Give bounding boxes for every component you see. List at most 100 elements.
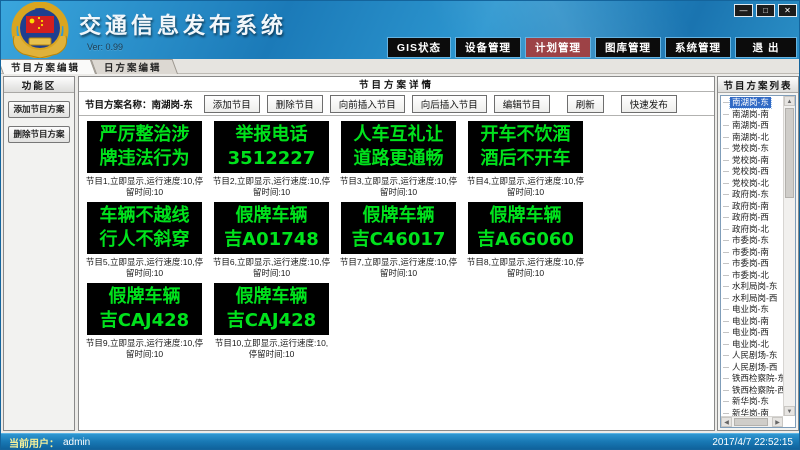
scroll-left-icon[interactable]: ◀	[721, 417, 732, 427]
scheme-list-item-label: 南湖岗-西	[730, 120, 771, 131]
program-item[interactable]: 车辆不越线行人不斜穿节目5,立即显示,运行速度:10,停留时间:10	[81, 202, 208, 278]
tab-label: 节目方案编辑	[11, 60, 80, 74]
program-caption: 节目6,立即显示,运行速度:10,停留时间:10	[211, 257, 332, 278]
scheme-list-item-label: 政府岗-西	[730, 212, 771, 223]
scheme-list-item[interactable]: 市委岗-南	[721, 247, 783, 259]
tree-connector	[723, 413, 729, 414]
scheme-list-item[interactable]: 政府岗-东	[721, 189, 783, 201]
nav-button-plan-management[interactable]: 计划管理	[525, 37, 591, 58]
scheme-list-item[interactable]: 人民剧场-西	[721, 362, 783, 374]
scheme-list-item[interactable]: 政府岗-南	[721, 201, 783, 213]
scheme-list-item[interactable]: 水利局岗-东	[721, 281, 783, 293]
scheme-list-item[interactable]: 市委岗-东	[721, 235, 783, 247]
tree-connector	[723, 252, 729, 253]
program-item[interactable]: 严厉整治涉牌违法行为节目1,立即显示,运行速度:10,停留时间:10	[81, 121, 208, 197]
program-item[interactable]: 假牌车辆吉A6G060节目8,立即显示,运行速度:10,停留时间:10	[462, 202, 589, 278]
tree-connector	[723, 286, 729, 287]
scheme-list-item[interactable]: 电业岗-东	[721, 304, 783, 316]
program-item[interactable]: 假牌车辆吉A01748 节目6,立即显示,运行速度:10,停留时间:10	[208, 202, 335, 278]
program-item[interactable]: 开车不饮酒酒后不开车节目4,立即显示,运行速度:10,停留时间:10	[462, 121, 589, 197]
scheme-list-item-label: 党校岗-北	[730, 178, 771, 189]
scheme-items: 南湖岗-东南湖岗-南南湖岗-西南湖岗-北党校岗-东党校岗-南党校岗-西党校岗-北…	[721, 97, 783, 416]
scheme-list-item[interactable]: 电业岗-北	[721, 339, 783, 351]
tab-program-scheme-edit[interactable]: 节目方案编辑	[3, 59, 96, 74]
scheme-list-item[interactable]: 政府岗-北	[721, 224, 783, 236]
scheme-list-item[interactable]: 电业岗-西	[721, 327, 783, 339]
insert-program-after-button[interactable]: 向后插入节目	[412, 95, 487, 113]
tree-connector	[723, 206, 729, 207]
program-item[interactable]: 假牌车辆吉CAJ428节目10,立即显示,运行速度:10,停留时间:10	[208, 283, 335, 359]
scheme-list-item-label: 电业岗-西	[730, 327, 771, 338]
vertical-scroll-thumb[interactable]	[785, 108, 794, 198]
scroll-up-icon[interactable]: ▲	[784, 96, 795, 106]
horizontal-scroll-thumb[interactable]	[734, 418, 768, 426]
led-line2: 吉A01748	[224, 228, 319, 252]
close-button[interactable]: ✕	[778, 4, 797, 17]
minimize-button[interactable]: —	[734, 4, 753, 17]
nav-button-system-management[interactable]: 系统管理	[665, 37, 731, 58]
scheme-list-item[interactable]: 铁西检察院-西	[721, 385, 783, 397]
window-controls: — □ ✕	[734, 4, 797, 17]
scheme-list-item[interactable]: 党校岗-东	[721, 143, 783, 155]
nav-button-gis-status[interactable]: GIS状态	[387, 37, 451, 58]
led-line2: 道路更通畅	[354, 147, 444, 171]
scheme-list-item[interactable]: 电业岗-南	[721, 316, 783, 328]
scheme-name: 节目方案名称：南湖岗-东	[85, 97, 193, 111]
scroll-down-icon[interactable]: ▼	[784, 406, 795, 416]
scheme-list-item-label: 政府岗-北	[730, 224, 771, 235]
program-item[interactable]: 人车互礼让道路更通畅节目3,立即显示,运行速度:10,停留时间:10	[335, 121, 462, 197]
scheme-list-item[interactable]: 铁西检察院-东	[721, 373, 783, 385]
led-line1: 举报电话	[236, 123, 308, 147]
led-line1: 假牌车辆	[109, 285, 181, 309]
nav-button-exit[interactable]: 退 出	[735, 37, 797, 58]
status-user-label: 当前用户：	[9, 435, 59, 450]
tree-connector	[723, 194, 729, 195]
horizontal-scrollbar[interactable]: ◀ ▶	[721, 416, 783, 427]
led-line1: 人车互礼让	[354, 123, 444, 147]
tab-bar: 节目方案编辑 日方案编辑	[1, 59, 800, 74]
program-item[interactable]: 举报电话3512227节目2,立即显示,运行速度:10,停留时间:10	[208, 121, 335, 197]
tab-day-scheme-edit[interactable]: 日方案编辑	[96, 59, 178, 74]
scheme-list-item[interactable]: 水利局岗-西	[721, 293, 783, 305]
scroll-right-icon[interactable]: ▶	[772, 417, 783, 427]
delete-scheme-button[interactable]: 删除节目方案	[8, 126, 70, 143]
led-display: 假牌车辆吉A01748	[214, 202, 329, 254]
scheme-list-item[interactable]: 南湖岗-东	[721, 97, 783, 109]
led-display: 假牌车辆吉A6G060	[468, 202, 583, 254]
scheme-detail-panel: 节目方案详情 节目方案名称：南湖岗-东 添加节目删除节目向前插入节目向后插入节目…	[78, 76, 715, 431]
scheme-list-item[interactable]: 新华岗-南	[721, 408, 783, 417]
scheme-toolbar: 节目方案名称：南湖岗-东 添加节目删除节目向前插入节目向后插入节目编辑节目刷新快…	[79, 92, 714, 116]
scheme-list-item[interactable]: 党校岗-西	[721, 166, 783, 178]
program-item[interactable]: 假牌车辆吉C46017节目7,立即显示,运行速度:10,停留时间:10	[335, 202, 462, 278]
scheme-detail-title: 节目方案详情	[79, 77, 714, 92]
nav-button-device-management[interactable]: 设备管理	[455, 37, 521, 58]
scheme-list-title: 节目方案列表	[718, 77, 798, 93]
scheme-list-item[interactable]: 南湖岗-北	[721, 132, 783, 144]
scheme-list-item[interactable]: 政府岗-西	[721, 212, 783, 224]
add-program-button[interactable]: 添加节目	[204, 95, 260, 113]
vertical-scrollbar[interactable]: ▲ ▼	[783, 96, 795, 416]
scheme-list-item[interactable]: 新华岗-东	[721, 396, 783, 408]
scheme-list-item-label: 党校岗-西	[730, 166, 771, 177]
scheme-list-item[interactable]: 南湖岗-南	[721, 109, 783, 121]
led-line1: 开车不饮酒	[481, 123, 571, 147]
insert-program-before-button[interactable]: 向前插入节目	[330, 95, 405, 113]
scheme-list-item[interactable]: 人民剧场-东	[721, 350, 783, 362]
edit-program-button[interactable]: 编辑节目	[494, 95, 550, 113]
led-line2: 行人不斜穿	[100, 228, 190, 252]
maximize-button[interactable]: □	[756, 4, 775, 17]
delete-program-button[interactable]: 删除节目	[267, 95, 323, 113]
scheme-name-value: 南湖岗-东	[152, 100, 193, 111]
scheme-list-item[interactable]: 市委岗-西	[721, 258, 783, 270]
scheme-list-item[interactable]: 党校岗-北	[721, 178, 783, 190]
scheme-list-item[interactable]: 党校岗-南	[721, 155, 783, 167]
quick-publish-button[interactable]: 快速发布	[621, 95, 677, 113]
scheme-list-item[interactable]: 南湖岗-西	[721, 120, 783, 132]
led-line2: 吉C46017	[352, 228, 446, 252]
scheme-list-item-label: 电业岗-南	[730, 316, 771, 327]
scheme-list-item[interactable]: 市委岗-北	[721, 270, 783, 282]
program-item[interactable]: 假牌车辆吉CAJ428节目9,立即显示,运行速度:10,停留时间:10	[81, 283, 208, 359]
add-scheme-button[interactable]: 添加节目方案	[8, 101, 70, 118]
nav-button-gallery-management[interactable]: 图库管理	[595, 37, 661, 58]
refresh-button[interactable]: 刷新	[567, 95, 604, 113]
